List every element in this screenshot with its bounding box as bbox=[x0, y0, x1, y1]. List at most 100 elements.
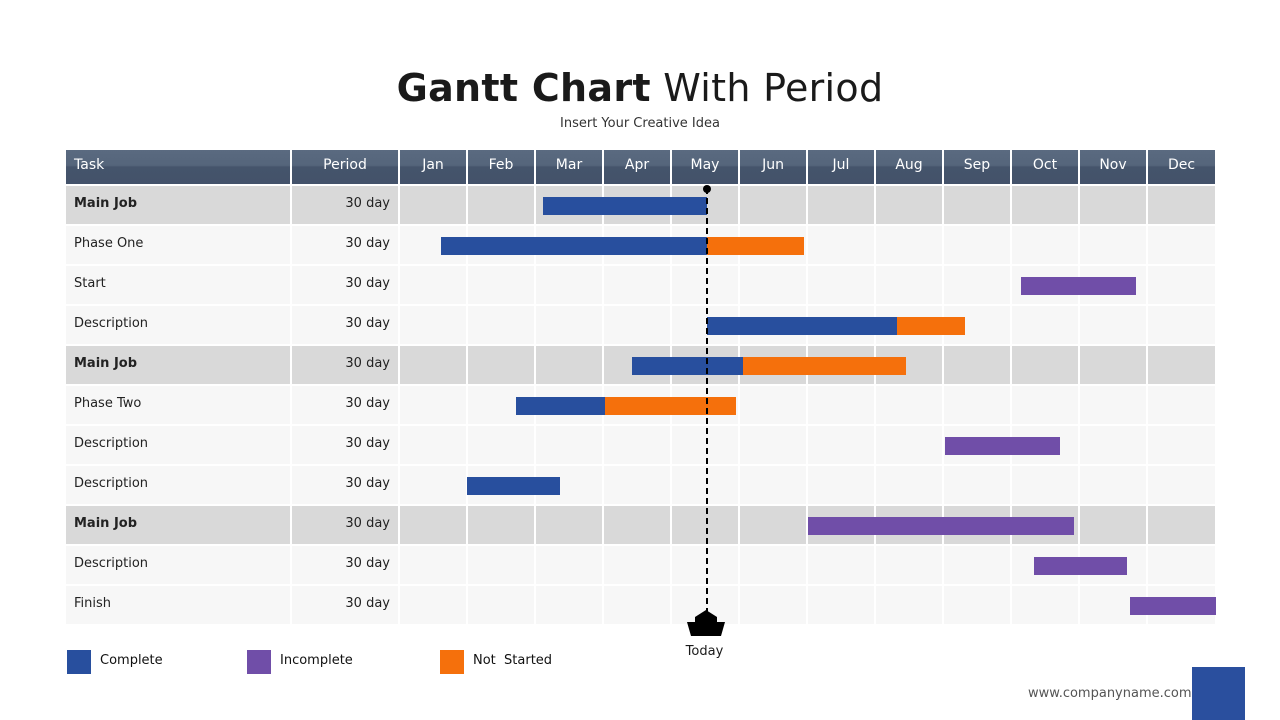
page-title: Gantt Chart With Period bbox=[0, 66, 1280, 110]
month-cell bbox=[1148, 306, 1215, 344]
month-cell bbox=[1148, 466, 1215, 504]
month-cell bbox=[944, 586, 1010, 624]
month-cell bbox=[1012, 306, 1078, 344]
month-cell bbox=[876, 186, 942, 224]
month-cell bbox=[740, 266, 806, 304]
month-cell bbox=[468, 306, 534, 344]
today-line bbox=[705, 188, 708, 614]
bar-complete bbox=[467, 477, 560, 495]
today-marker-icon bbox=[686, 610, 725, 636]
task-name: Main Job bbox=[66, 506, 290, 544]
month-cell bbox=[604, 586, 670, 624]
task-name: Finish bbox=[66, 586, 290, 624]
bar-complete bbox=[440, 237, 707, 255]
bar-not-started bbox=[897, 317, 966, 335]
month-cell bbox=[468, 426, 534, 464]
month-cell bbox=[536, 426, 602, 464]
task-name: Description bbox=[66, 466, 290, 504]
month-cell bbox=[944, 466, 1010, 504]
month-cell bbox=[808, 226, 874, 264]
month-cell bbox=[1148, 266, 1215, 304]
month-cell bbox=[1080, 426, 1146, 464]
month-cell bbox=[604, 546, 670, 584]
task-name: Main Job bbox=[66, 346, 290, 384]
month-cell bbox=[468, 186, 534, 224]
month-cell bbox=[944, 186, 1010, 224]
legend-label-incomplete: Incomplete bbox=[280, 653, 353, 668]
month-cell bbox=[740, 506, 806, 544]
month-cell bbox=[1080, 346, 1146, 384]
legend-label-not-started: Not Started bbox=[473, 653, 553, 668]
month-cell bbox=[536, 306, 602, 344]
task-period: 30 day bbox=[292, 466, 398, 504]
month-cell bbox=[468, 346, 534, 384]
month-cell bbox=[1080, 386, 1146, 424]
legend-swatch-not-started bbox=[440, 650, 464, 674]
month-cell bbox=[740, 186, 806, 224]
month-cell bbox=[468, 586, 534, 624]
month-cell bbox=[740, 386, 806, 424]
header-period: Period bbox=[292, 150, 398, 184]
header-month-nov: Nov bbox=[1080, 150, 1146, 184]
month-cell bbox=[1080, 466, 1146, 504]
month-cell bbox=[604, 466, 670, 504]
task-period: 30 day bbox=[292, 386, 398, 424]
task-period: 30 day bbox=[292, 546, 398, 584]
month-cell bbox=[1012, 586, 1078, 624]
bar-incomplete bbox=[1020, 277, 1136, 295]
month-cell bbox=[1012, 186, 1078, 224]
month-cell bbox=[876, 386, 942, 424]
task-name: Description bbox=[66, 306, 290, 344]
legend-label-complete: Complete bbox=[100, 653, 163, 668]
month-cell bbox=[400, 386, 466, 424]
month-cell bbox=[400, 266, 466, 304]
month-cell bbox=[876, 266, 942, 304]
task-name: Description bbox=[66, 546, 290, 584]
header-task: Task bbox=[66, 150, 290, 184]
header-month-dec: Dec bbox=[1148, 150, 1215, 184]
legend-swatch-complete bbox=[67, 650, 91, 674]
bar-complete bbox=[706, 317, 898, 335]
header-month-jun: Jun bbox=[740, 150, 806, 184]
month-cell bbox=[604, 266, 670, 304]
month-cell bbox=[740, 426, 806, 464]
month-cell bbox=[876, 466, 942, 504]
header-month-oct: Oct bbox=[1012, 150, 1078, 184]
month-cell bbox=[740, 466, 806, 504]
header-month-apr: Apr bbox=[604, 150, 670, 184]
month-cell bbox=[808, 386, 874, 424]
month-cell bbox=[400, 466, 466, 504]
page-subtitle: Insert Your Creative Idea bbox=[560, 116, 720, 131]
month-cell bbox=[604, 506, 670, 544]
month-cell bbox=[1148, 186, 1215, 224]
month-cell bbox=[400, 346, 466, 384]
month-cell bbox=[400, 186, 466, 224]
bar-complete bbox=[516, 397, 605, 415]
task-period: 30 day bbox=[292, 426, 398, 464]
footer-accent-box bbox=[1192, 667, 1245, 720]
month-cell bbox=[536, 586, 602, 624]
task-name: Description bbox=[66, 426, 290, 464]
month-cell bbox=[1148, 426, 1215, 464]
footer-url: www.companyname.com bbox=[1028, 686, 1192, 701]
bar-not-started bbox=[706, 237, 804, 255]
task-period: 30 day bbox=[292, 506, 398, 544]
task-period: 30 day bbox=[292, 186, 398, 224]
month-cell bbox=[876, 226, 942, 264]
header-month-may: May bbox=[672, 150, 738, 184]
month-cell bbox=[1012, 386, 1078, 424]
month-cell bbox=[808, 546, 874, 584]
month-cell bbox=[468, 266, 534, 304]
month-cell bbox=[1012, 346, 1078, 384]
today-label: Today bbox=[685, 644, 724, 659]
bar-complete bbox=[631, 357, 743, 375]
month-cell bbox=[740, 546, 806, 584]
month-cell bbox=[944, 226, 1010, 264]
month-cell bbox=[468, 546, 534, 584]
month-cell bbox=[808, 266, 874, 304]
header-month-feb: Feb bbox=[468, 150, 534, 184]
month-cell bbox=[1148, 386, 1215, 424]
month-cell bbox=[1080, 506, 1146, 544]
header-month-aug: Aug bbox=[876, 150, 942, 184]
month-cell bbox=[1148, 546, 1215, 584]
